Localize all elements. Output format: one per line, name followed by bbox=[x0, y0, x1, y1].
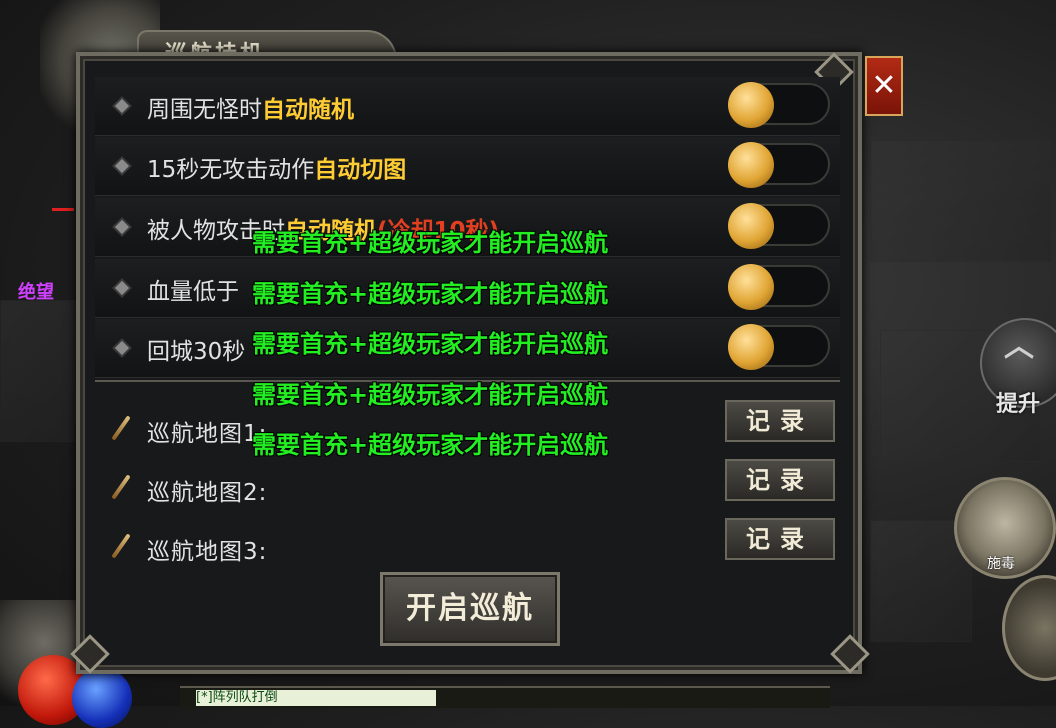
toggle-knob bbox=[728, 264, 774, 310]
hp-mark bbox=[52, 208, 74, 211]
record-button[interactable]: 记录 bbox=[725, 400, 835, 442]
start-cruise-button[interactable]: 开启巡航 bbox=[380, 572, 560, 646]
option-toggle[interactable] bbox=[728, 324, 830, 370]
mp-orb bbox=[72, 668, 132, 728]
chevron-up-icon: ︿ bbox=[1004, 329, 1034, 364]
diamond-icon bbox=[114, 158, 130, 174]
option-toggle[interactable] bbox=[728, 264, 830, 310]
option-toggle[interactable] bbox=[728, 203, 830, 249]
floor-tile bbox=[0, 300, 82, 442]
floor-tile bbox=[870, 140, 1052, 262]
map-row: 巡航地图3: 记录 bbox=[95, 514, 840, 572]
diamond-icon bbox=[114, 340, 130, 356]
option-row: 周围无怪时自动随机 bbox=[95, 77, 840, 136]
toggle-knob bbox=[728, 203, 774, 249]
option-label: 周围无怪时自动随机 bbox=[147, 97, 354, 123]
toggle-knob bbox=[728, 324, 774, 370]
close-button[interactable]: ✕ bbox=[865, 56, 903, 116]
requirement-notice: 需要首充+超级玩家才能开启巡航 bbox=[252, 330, 609, 358]
diamond-icon bbox=[114, 98, 130, 114]
player-name: 绝望 bbox=[18, 282, 54, 303]
record-button[interactable]: 记录 bbox=[725, 518, 835, 560]
option-label: 血量低于 bbox=[147, 279, 239, 305]
map-label: 巡航地图1: bbox=[147, 421, 268, 447]
upgrade-label: 提升 bbox=[996, 392, 1041, 417]
requirement-notice: 需要首充+超级玩家才能开启巡航 bbox=[252, 229, 609, 257]
brush-icon bbox=[111, 415, 131, 441]
option-row: 15秒无攻击动作自动切图 bbox=[95, 137, 840, 196]
brush-icon bbox=[111, 474, 131, 500]
option-label: 回城30秒 bbox=[147, 339, 246, 365]
map-row: 巡航地图2: 记录 bbox=[95, 455, 840, 513]
record-button[interactable]: 记录 bbox=[725, 459, 835, 501]
skill-button[interactable] bbox=[1002, 575, 1056, 681]
brush-icon bbox=[111, 533, 131, 559]
option-toggle[interactable] bbox=[728, 82, 830, 128]
requirement-notice: 需要首充+超级玩家才能开启巡航 bbox=[252, 431, 609, 459]
option-label: 15秒无攻击动作自动切图 bbox=[147, 157, 407, 183]
poison-skill-label: 施毒 bbox=[987, 556, 1015, 572]
map-label: 巡航地图3: bbox=[147, 539, 268, 565]
toggle-knob bbox=[728, 142, 774, 188]
chat-preview: [*]阵列队打倒 bbox=[196, 690, 436, 706]
diamond-icon bbox=[114, 280, 130, 296]
option-toggle[interactable] bbox=[728, 142, 830, 188]
diamond-icon bbox=[114, 219, 130, 235]
map-label: 巡航地图2: bbox=[147, 480, 268, 506]
requirement-notice: 需要首充+超级玩家才能开启巡航 bbox=[252, 381, 609, 409]
requirement-notice: 需要首充+超级玩家才能开启巡航 bbox=[252, 280, 609, 308]
toggle-knob bbox=[728, 82, 774, 128]
